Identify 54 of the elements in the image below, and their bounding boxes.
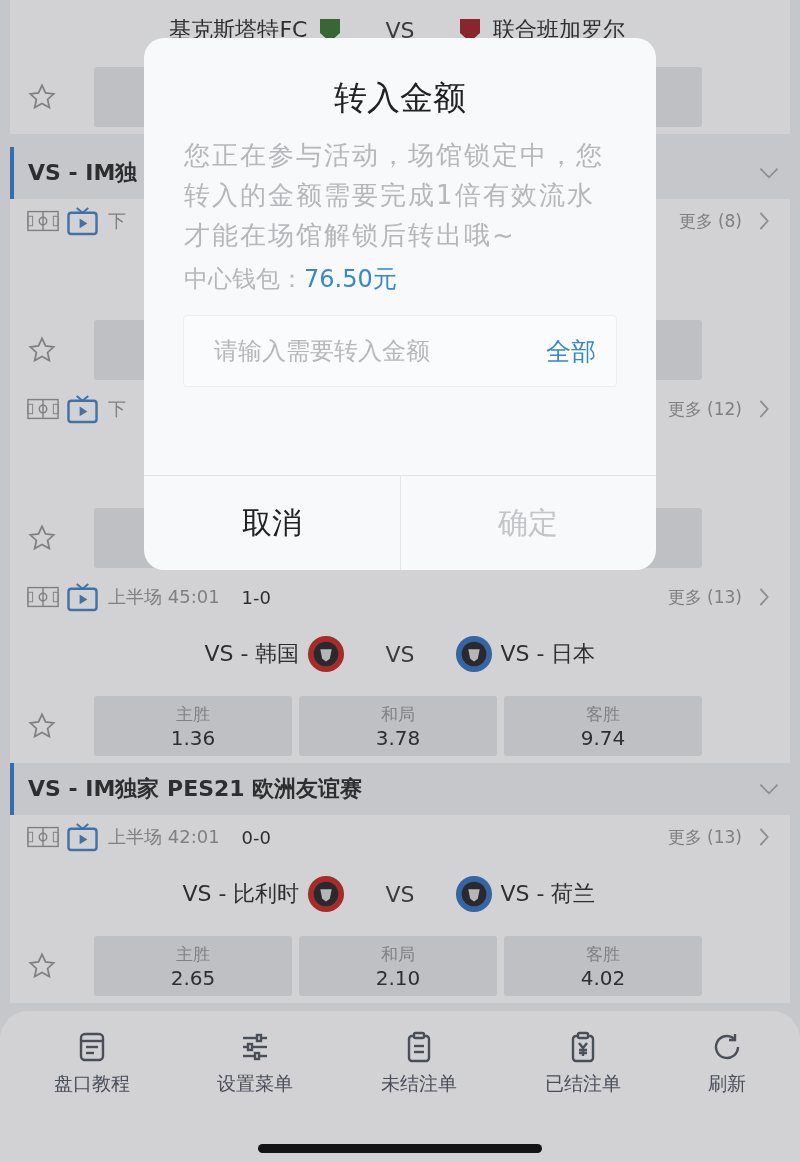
pitch-icon[interactable]	[27, 586, 59, 608]
star-icon[interactable]	[28, 83, 56, 111]
team-badge-icon	[307, 875, 346, 913]
match-clock: 下	[108, 397, 126, 421]
chevron-right-icon[interactable]	[758, 587, 770, 607]
tv-icon[interactable]	[67, 822, 98, 852]
toolbar-tab[interactable]: 设置菜单	[217, 1031, 294, 1097]
chevron-right-icon[interactable]	[758, 827, 770, 847]
team-badge-icon	[454, 635, 493, 673]
versus-label: VS	[385, 17, 415, 43]
toolbar-tab[interactable]: 已结注单	[544, 1031, 621, 1097]
match-score: 0-0	[241, 826, 271, 848]
tv-icon[interactable]	[67, 206, 98, 236]
star-icon[interactable]	[28, 952, 56, 980]
all-button[interactable]: 全部	[546, 334, 596, 368]
team-name: VS - 日本	[500, 640, 596, 668]
versus-label: VS	[385, 641, 415, 667]
team-name: VS - 荷兰	[500, 880, 596, 908]
chevron-down-icon[interactable]	[758, 167, 780, 179]
pitch-icon[interactable]	[27, 398, 59, 420]
toolbar-tab[interactable]: 未结注单	[381, 1031, 457, 1097]
odds-button[interactable]: 客胜 4.02	[504, 936, 702, 996]
wallet-balance: 76.50元	[304, 264, 397, 295]
dialog-title: 转入金额	[334, 77, 466, 119]
toolbar-tab[interactable]: 刷新	[708, 1031, 747, 1097]
team-name: VS - 韩国	[204, 640, 300, 668]
pitch-icon[interactable]	[27, 826, 59, 848]
odds-button[interactable]: 和局 3.78	[299, 696, 497, 756]
amount-field[interactable]: 请输入需要转入金额 全部	[183, 315, 617, 387]
chevron-right-icon[interactable]	[758, 211, 770, 231]
tv-icon[interactable]	[67, 394, 98, 424]
team-badge-icon	[307, 635, 346, 673]
odds-button[interactable]: 主胜 2.65	[94, 936, 292, 996]
odds-button[interactable]: 主胜 1.36	[94, 696, 292, 756]
star-icon[interactable]	[28, 336, 56, 364]
cancel-button[interactable]: 取消	[144, 476, 400, 570]
team-badge-icon	[454, 875, 493, 913]
match-clock: 下	[108, 209, 126, 233]
pitch-icon[interactable]	[27, 210, 59, 232]
odds-button[interactable]: 客胜 9.74	[504, 696, 702, 756]
tv-icon[interactable]	[67, 582, 98, 612]
match-clock: 上半场 45:01	[108, 585, 220, 609]
star-icon[interactable]	[28, 524, 56, 552]
chevron-right-icon[interactable]	[758, 399, 770, 419]
toolbar-tab[interactable]: 盘口教程	[53, 1031, 130, 1097]
wallet-label: 中心钱包：	[184, 264, 304, 295]
match-score: 1-0	[241, 586, 271, 608]
chevron-down-icon[interactable]	[758, 783, 780, 795]
dialog-message: 您正在参与活动，场馆锁定中，您转入的金额需要完成1倍有效流水才能在场馆解锁后转出哦~	[184, 139, 605, 252]
team-name: VS - 比利时	[182, 880, 300, 908]
versus-label: VS	[385, 881, 415, 907]
odds-button[interactable]: 和局 2.10	[299, 936, 497, 996]
match-clock: 上半场 42:01	[108, 825, 220, 849]
star-icon[interactable]	[28, 712, 56, 740]
